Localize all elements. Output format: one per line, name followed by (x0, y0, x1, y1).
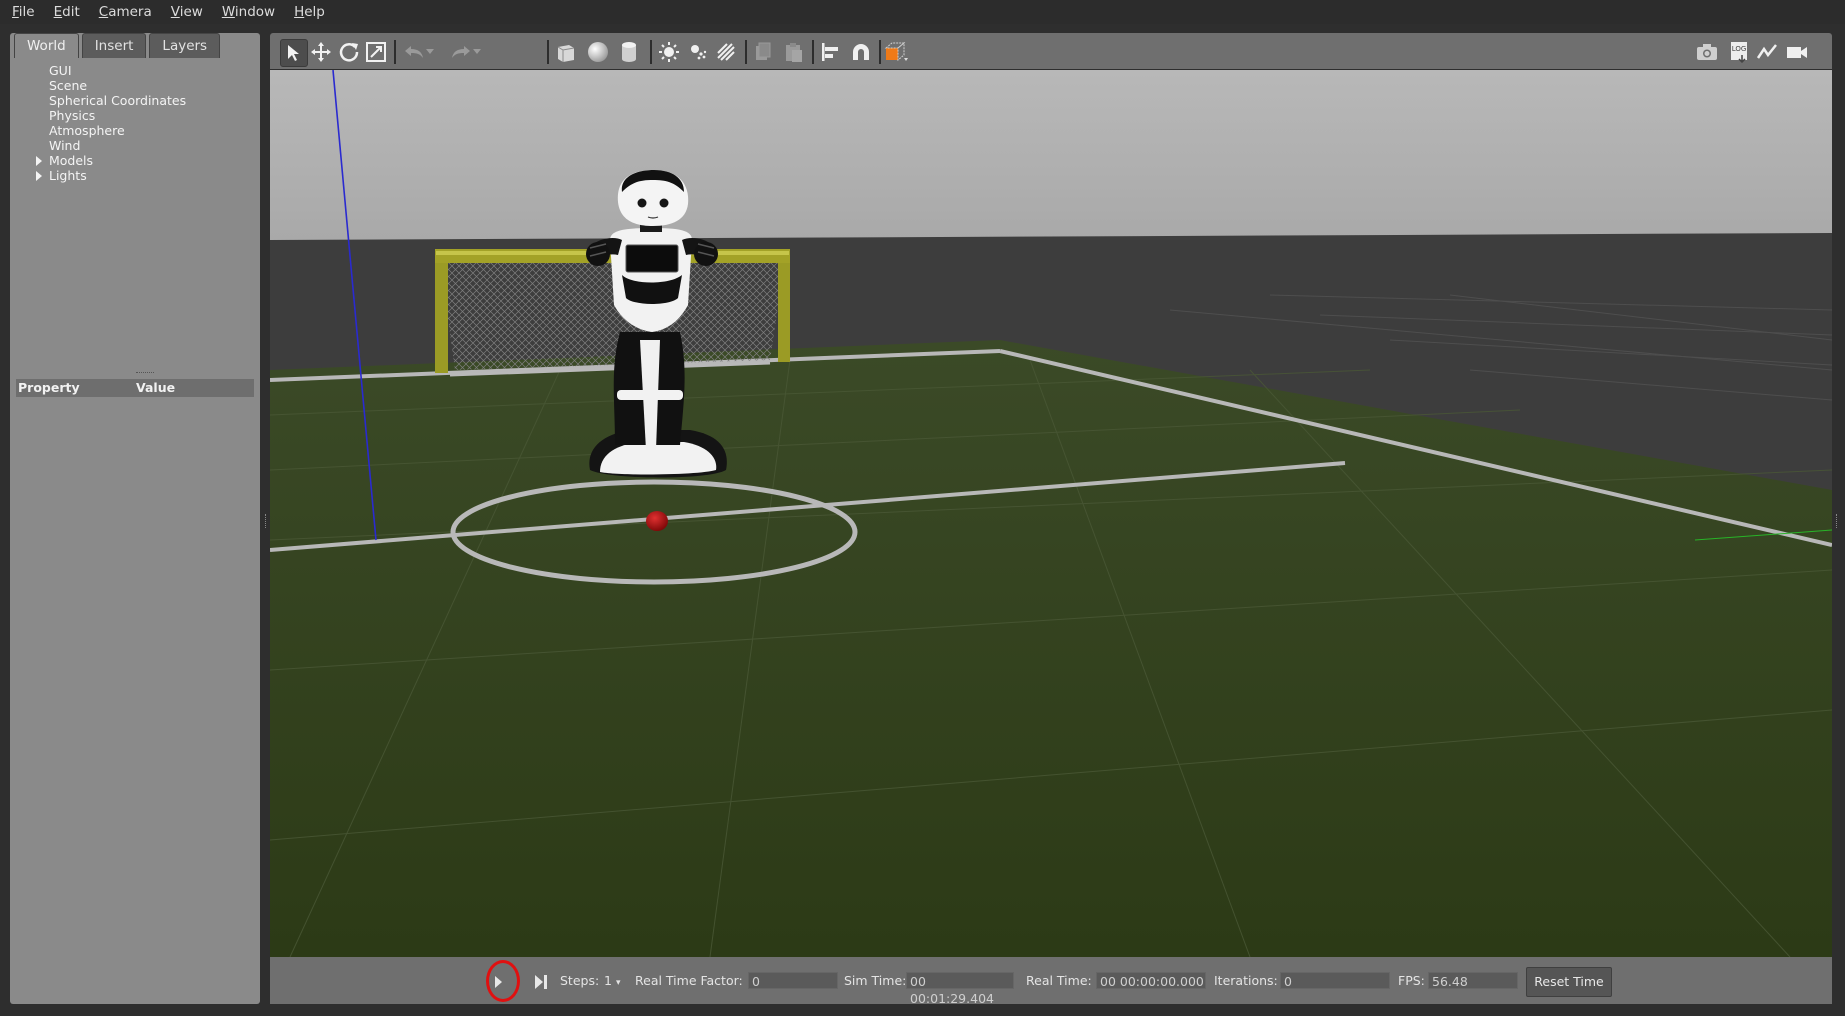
menu-help[interactable]: Help (282, 4, 332, 20)
real-time-factor-field: 0 (748, 972, 838, 989)
redo-history-icon[interactable] (470, 39, 484, 65)
panel-splitter-handle[interactable] (136, 372, 154, 376)
bottom-status-bar: Steps: 1 ▾ Real Time Factor: 0 Sim Time: … (270, 957, 1832, 1006)
real-time-factor-label: Real Time Factor: (635, 973, 743, 988)
fps-field: 56.48 (1428, 972, 1518, 989)
toolbar-separator (879, 40, 881, 64)
toolbar-separator (394, 40, 396, 64)
real-time-label: Real Time: (1026, 973, 1092, 988)
spot-light-icon[interactable] (685, 39, 711, 65)
tab-insert[interactable]: Insert (81, 33, 147, 58)
3d-viewport[interactable] (270, 70, 1832, 957)
fps-label: FPS: (1398, 973, 1425, 988)
log-icon[interactable]: LOG (1726, 39, 1752, 65)
box-shape-icon[interactable] (553, 39, 579, 65)
snap-icon[interactable] (848, 39, 874, 65)
log-label: LOG (1732, 45, 1747, 53)
align-icon[interactable] (817, 39, 843, 65)
tree-item-label: GUI (49, 63, 72, 78)
translate-mode-icon[interactable] (308, 39, 334, 65)
expand-arrow-icon[interactable] (36, 171, 42, 181)
tree-item-models[interactable]: Models (28, 153, 186, 168)
property-column-header[interactable]: Property (18, 380, 80, 395)
scale-mode-icon[interactable] (363, 39, 389, 65)
toolbar-separator (812, 40, 814, 64)
expand-arrow-icon[interactable] (36, 156, 42, 166)
plot-icon[interactable] (1754, 39, 1780, 65)
left-panel: World Insert Layers GUI Scene Spherical … (10, 33, 260, 1004)
tree-item-label: Spherical Coordinates (49, 93, 187, 108)
tree-item-lights[interactable]: Lights (28, 168, 186, 183)
toolbar-separator (650, 40, 652, 64)
view-angle-icon[interactable] (884, 39, 910, 65)
tree-item-label: Wind (49, 138, 81, 153)
step-button[interactable] (532, 973, 548, 991)
menu-edit[interactable]: Edit (42, 4, 87, 20)
toolbar: LOG (270, 33, 1832, 69)
video-record-icon[interactable] (1784, 39, 1810, 65)
step-icon (535, 975, 547, 989)
menu-view[interactable]: View (159, 4, 210, 20)
steps-value: 1 (604, 973, 612, 988)
world-tree: GUI Scene Spherical Coordinates Physics … (28, 63, 186, 183)
sky-background (270, 70, 1832, 250)
tree-item-label: Models (49, 153, 94, 168)
tree-item-label: Physics (49, 108, 96, 123)
tree-item-physics[interactable]: Physics (28, 108, 186, 123)
steps-label: Steps: (560, 973, 600, 988)
soccer-ball-model (646, 511, 668, 531)
iterations-field: 0 (1280, 972, 1390, 989)
tree-item-label: Atmosphere (49, 123, 125, 138)
copy-icon[interactable] (750, 39, 776, 65)
tree-item-scene[interactable]: Scene (28, 78, 186, 93)
play-button[interactable] (490, 973, 506, 991)
left-splitter-handle[interactable] (265, 514, 269, 528)
property-table-header: Property Value (16, 379, 254, 397)
paste-icon[interactable] (781, 39, 807, 65)
tree-item-label: Lights (49, 168, 87, 183)
menu-window[interactable]: Window (210, 4, 282, 20)
toolbar-separator (745, 40, 747, 64)
screenshot-icon[interactable] (1694, 39, 1720, 65)
value-column-header[interactable]: Value (136, 380, 175, 395)
steps-spinbox[interactable]: 1 ▾ (604, 973, 620, 988)
panel-tabs: World Insert Layers (14, 33, 221, 59)
menu-camera[interactable]: Camera (87, 4, 159, 20)
tree-item-spherical-coordinates[interactable]: Spherical Coordinates (28, 93, 186, 108)
undo-history-icon[interactable] (423, 39, 437, 65)
sim-time-field: 00 00:01:29.404 (906, 972, 1014, 1006)
tree-item-gui[interactable]: GUI (28, 63, 186, 78)
point-light-icon[interactable] (656, 39, 682, 65)
iterations-label: Iterations: (1214, 973, 1278, 988)
tree-item-atmosphere[interactable]: Atmosphere (28, 123, 186, 138)
sphere-shape-icon[interactable] (585, 39, 611, 65)
sim-time-label: Sim Time: (844, 973, 907, 988)
right-splitter-handle[interactable] (1836, 514, 1840, 528)
select-mode-icon[interactable] (280, 39, 308, 67)
reset-time-button[interactable]: Reset Time (1526, 967, 1612, 997)
tab-world[interactable]: World (14, 33, 79, 58)
chevron-down-icon[interactable]: ▾ (616, 978, 621, 988)
rotate-mode-icon[interactable] (336, 39, 362, 65)
tab-layers[interactable]: Layers (149, 33, 221, 58)
toolbar-separator (547, 40, 549, 64)
cylinder-shape-icon[interactable] (616, 39, 642, 65)
tree-item-wind[interactable]: Wind (28, 138, 186, 153)
menu-bar: File Edit Camera View Window Help (0, 0, 1845, 24)
play-icon (495, 976, 502, 988)
menu-file[interactable]: File (0, 4, 42, 20)
directional-light-icon[interactable] (713, 39, 739, 65)
tree-item-label: Scene (49, 78, 88, 93)
real-time-field: 00 00:00:00.000 (1096, 972, 1206, 989)
